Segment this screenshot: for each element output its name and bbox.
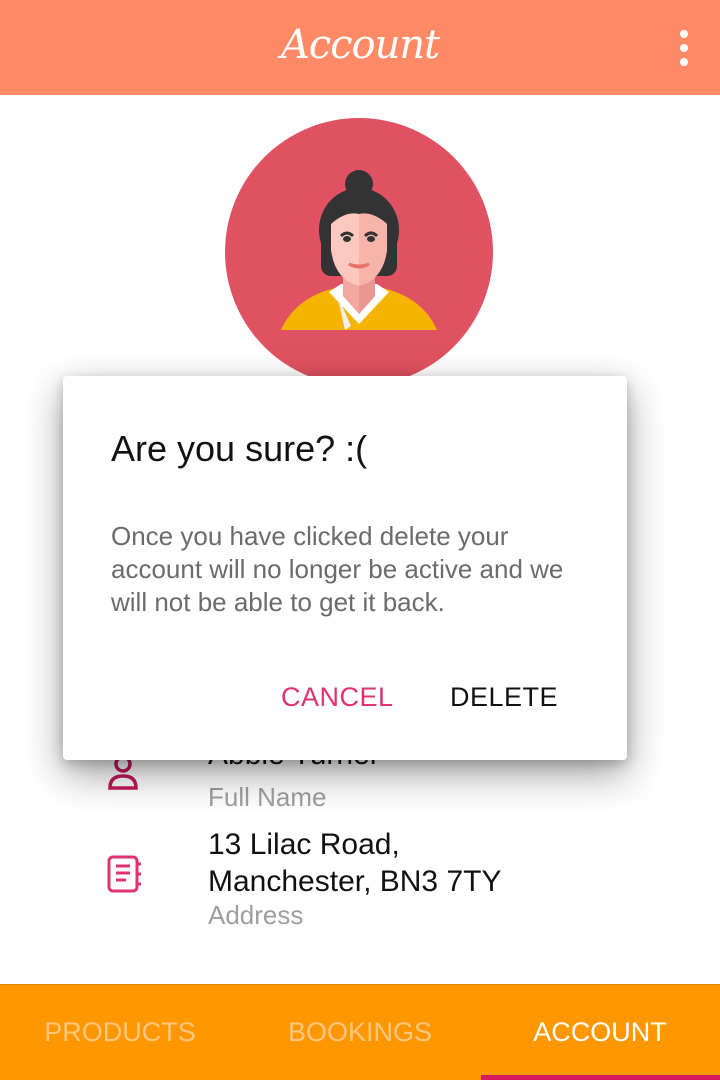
avatar <box>225 118 493 386</box>
notebook-icon <box>107 855 141 893</box>
address-line-1: 13 Lilac Road, <box>208 828 400 861</box>
page-title: Account <box>280 22 440 68</box>
dialog-message: Once you have clicked delete your accoun… <box>111 521 564 617</box>
full-name-label: Full Name <box>208 782 327 812</box>
cancel-button[interactable]: CANCEL <box>281 682 394 713</box>
more-vert-icon[interactable] <box>668 26 700 70</box>
tab-bookings[interactable]: BOOKINGS <box>240 985 480 1080</box>
address-label: Address <box>208 900 304 930</box>
active-tab-indicator <box>481 1075 720 1080</box>
tab-account[interactable]: ACCOUNT <box>480 985 720 1080</box>
dialog-title: Are you sure? :( <box>111 428 368 469</box>
delete-account-dialog: Are you sure? :( Once you have clicked d… <box>63 376 627 760</box>
app-bar: Account <box>0 0 720 95</box>
woman-avatar-icon <box>281 170 437 330</box>
delete-button[interactable]: DELETE <box>450 682 558 713</box>
address-row: 13 Lilac Road, Manchester, BN3 7TY Addre… <box>0 826 720 936</box>
address-line-2: Manchester, BN3 7TY <box>208 865 502 898</box>
bottom-nav: PRODUCTS BOOKINGS ACCOUNT <box>0 984 720 1080</box>
tab-products[interactable]: PRODUCTS <box>0 985 240 1080</box>
